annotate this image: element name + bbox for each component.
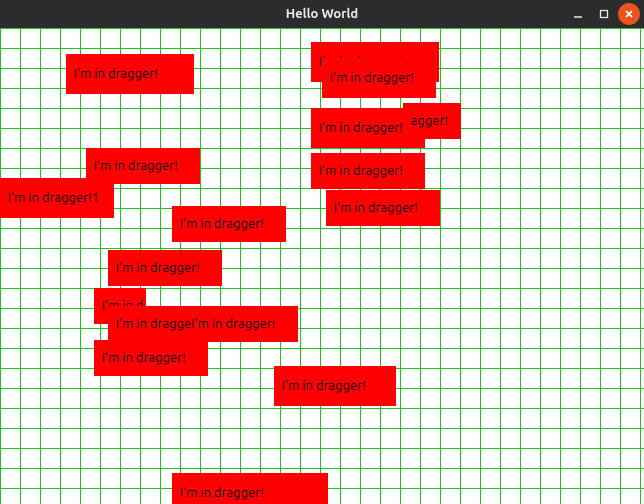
dragger-label: I'm in dragger!: [102, 351, 186, 365]
window-controls: [566, 0, 640, 28]
minimize-button[interactable]: [566, 3, 590, 25]
dragger-label: I'm in dragger!: [330, 71, 414, 85]
dragger-box[interactable]: I'm in dragger!1: [0, 178, 114, 218]
window-title: Hello World: [0, 7, 644, 21]
dragger-label: I'm in dragger!: [319, 164, 403, 178]
maximize-button[interactable]: [592, 3, 616, 25]
dragger-label: agger!: [411, 114, 448, 128]
dragger-label: I'm in dragger!: [180, 486, 264, 500]
dragger-box[interactable]: I'm in dragger!: [311, 153, 425, 189]
close-icon: [624, 9, 634, 19]
dragger-label: I'm in dragger!: [74, 67, 158, 81]
dragger-label: I'm in dragger!: [282, 379, 366, 393]
dragger-label: I'm in dragger!: [334, 201, 418, 215]
dragger-label: I'm in dragger!1: [8, 191, 99, 205]
dragger-box[interactable]: I'm in dragger!: [108, 250, 222, 286]
minimize-icon: [573, 9, 583, 19]
maximize-icon: [599, 9, 609, 19]
dragger-box[interactable]: agger!: [403, 103, 461, 139]
dragger-box[interactable]: I'm in dragger!: [172, 206, 286, 242]
dragger-box[interactable]: I'm in dragger!: [274, 366, 396, 406]
dragger-box[interactable]: I'm in dragger!: [66, 54, 194, 94]
dragger-label: I'm in dragger!: [116, 261, 200, 275]
dragger-box[interactable]: I'm in dragger!: [172, 473, 328, 504]
dragger-label: I'm in dragger!: [180, 217, 264, 231]
dragger-label: I'm in dragger!: [319, 121, 403, 135]
titlebar[interactable]: Hello World: [0, 0, 644, 28]
dragger-box[interactable]: I'm in dragger!: [94, 340, 208, 376]
dragger-label: I'm in draggeI'm in dragger!: [116, 317, 276, 331]
close-button[interactable]: [618, 3, 640, 25]
dragger-box[interactable]: I'm in dragger!: [326, 190, 440, 226]
grid-canvas[interactable]: I'm in dragger! I'm in dragger! I'm in dra…: [0, 28, 644, 504]
dragger-box[interactable]: I'm in dragger!: [322, 58, 436, 98]
dragger-label: I'm in dragger!: [94, 159, 178, 173]
app-window: Hello World I'm in dragger!I'm in dragge…: [0, 0, 644, 504]
dragger-box[interactable]: I'm in draggeI'm in dragger!: [108, 306, 298, 342]
